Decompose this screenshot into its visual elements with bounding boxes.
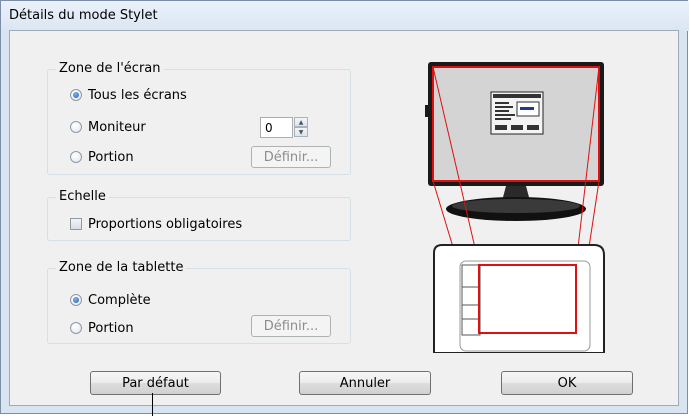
- define-tablet-portion-button[interactable]: Définir...: [251, 315, 331, 337]
- scale-group: Echelle Proportions obligatoires: [47, 189, 351, 241]
- force-proportions-label: Proportions obligatoires: [88, 216, 243, 232]
- title-bar: Détails du mode Stylet: [1, 1, 689, 31]
- radio-tablet-full-indicator[interactable]: [70, 294, 82, 306]
- radio-screen-portion-label: Portion: [88, 149, 134, 165]
- callout-pointer-line: [152, 393, 153, 416]
- radio-all-screens-indicator[interactable]: [70, 89, 82, 101]
- radio-tablet-portion-label: Portion: [88, 320, 134, 336]
- screen-content-thumbnail: [490, 91, 544, 135]
- radio-screen-portion[interactable]: Portion: [70, 148, 134, 166]
- force-proportions-checkbox-box[interactable]: [70, 218, 82, 230]
- radio-tablet-full-label: Complète: [88, 292, 151, 308]
- dialog-client-area: Zone de l'écran Tous les écrans Moniteur…: [9, 30, 679, 406]
- spinner-down-icon[interactable]: ▼: [294, 127, 308, 137]
- radio-tablet-portion-indicator[interactable]: [70, 322, 82, 334]
- spinner-up-icon[interactable]: ▲: [294, 117, 308, 127]
- tablet-area-legend: Zone de la tablette: [56, 260, 187, 275]
- radio-screen-portion-indicator[interactable]: [70, 151, 82, 163]
- screen-area-legend: Zone de l'écran: [56, 61, 164, 76]
- radio-monitor[interactable]: Moniteur: [70, 118, 146, 136]
- monitor-spinner[interactable]: ▲ ▼: [294, 117, 308, 138]
- define-screen-portion-button[interactable]: Définir...: [251, 146, 331, 168]
- dialog-title: Détails du mode Stylet: [9, 8, 158, 23]
- radio-all-screens-label: Tous les écrans: [88, 87, 187, 103]
- default-button[interactable]: Par défaut: [90, 371, 221, 395]
- mapping-illustration: [425, 62, 605, 353]
- scale-legend: Echelle: [56, 189, 109, 204]
- radio-monitor-label: Moniteur: [88, 119, 146, 135]
- tablet-area-group: Zone de la tablette Complète Portion Déf…: [47, 260, 351, 344]
- ok-button[interactable]: OK: [501, 371, 633, 395]
- monitor-number-input[interactable]: 0: [260, 117, 293, 138]
- tablet-illustration: [433, 244, 605, 353]
- radio-tablet-full[interactable]: Complète: [70, 291, 151, 309]
- radio-monitor-indicator[interactable]: [70, 121, 82, 133]
- force-proportions-checkbox[interactable]: Proportions obligatoires: [70, 215, 242, 233]
- cancel-button[interactable]: Annuler: [299, 371, 431, 395]
- radio-all-screens[interactable]: Tous les écrans: [70, 86, 187, 104]
- screen-area-group: Zone de l'écran Tous les écrans Moniteur…: [47, 61, 351, 175]
- dialog-window: Détails du mode Stylet Zone de l'écran T…: [0, 0, 689, 414]
- radio-tablet-portion[interactable]: Portion: [70, 319, 134, 337]
